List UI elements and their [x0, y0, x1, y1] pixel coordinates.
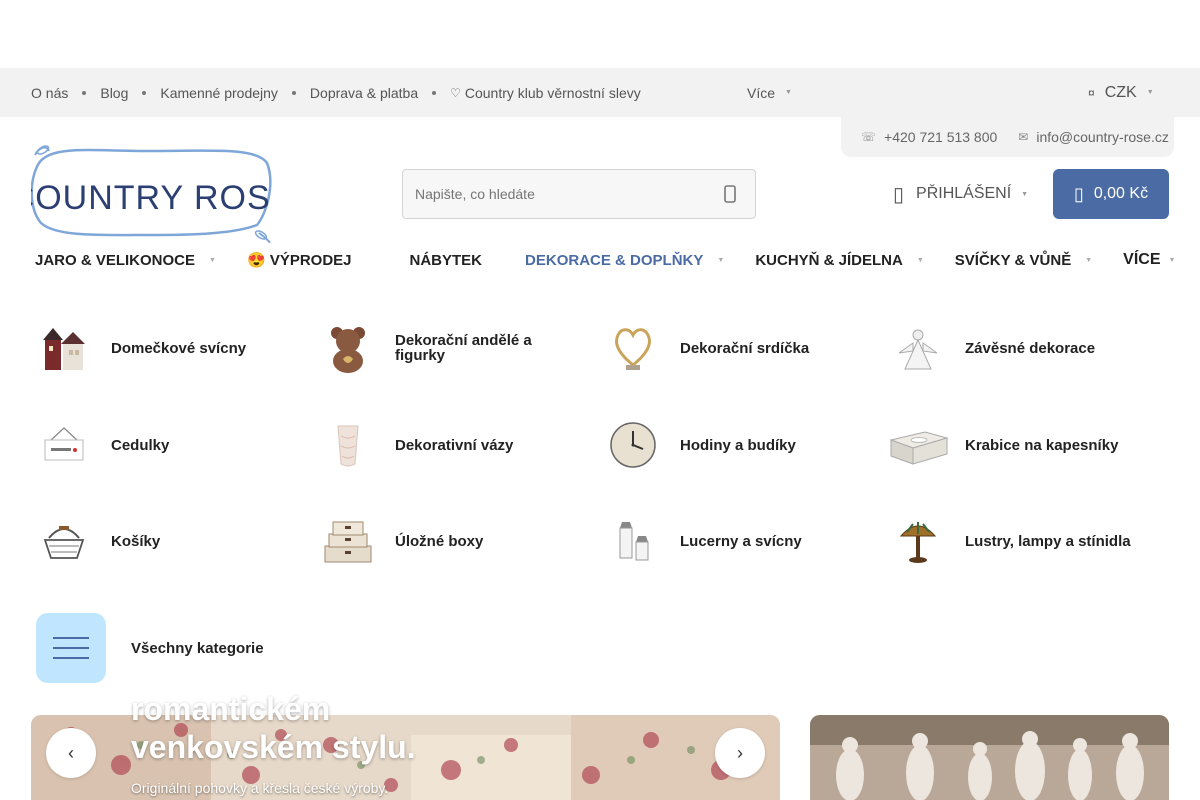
separator-dot: [291, 90, 296, 95]
category-baskets[interactable]: Košíky: [31, 508, 160, 574]
banner-prev-button[interactable]: ‹: [46, 728, 96, 778]
chevron-down-icon: ▼: [717, 256, 725, 264]
category-lamps[interactable]: Lustry, lampy a stínidla: [885, 508, 1131, 574]
top-link-club[interactable]: ♡ Country klub věrnostní slevy: [450, 85, 641, 101]
cart-button[interactable]: ▯ 0,00 Kč: [1053, 169, 1169, 219]
banner-heading: romantickém venkovském stylu.: [131, 691, 416, 765]
email-link[interactable]: info@country-rose.cz: [1036, 129, 1168, 145]
search-input[interactable]: [415, 186, 715, 202]
category-image: [600, 508, 666, 574]
category-decorative-hearts[interactable]: Dekorační srdíčka: [600, 315, 809, 381]
side-banner-image: [810, 715, 1169, 800]
svg-text:COUNTRY ROSE: COUNTRY ROSE: [31, 179, 273, 217]
top-bar: O nás Blog Kamenné prodejny Doprava & pl…: [0, 68, 1200, 117]
category-image: [31, 508, 97, 574]
top-link-blog[interactable]: Blog: [100, 85, 128, 101]
separator-dot: [432, 90, 437, 95]
top-link-stores[interactable]: Kamenné prodejny: [160, 85, 278, 101]
cart-icon: ▯: [1073, 183, 1084, 204]
logo-graphic: COUNTRY ROSE: [10, 145, 293, 244]
currency-selector[interactable]: ¤ CZK ▼: [1088, 68, 1154, 117]
chevron-down-icon: ▼: [1168, 256, 1176, 264]
nav-candles[interactable]: SVÍČKY & VŮNĚ ▼: [955, 252, 1123, 269]
category-storage-boxes[interactable]: Úložné boxy: [315, 508, 483, 574]
search-box: [402, 169, 756, 219]
category-house-candle-holders[interactable]: Domečkové svícny: [31, 315, 246, 381]
banner-next-button[interactable]: ›: [715, 728, 765, 778]
category-signs[interactable]: Cedulky: [31, 412, 169, 478]
contact-strip: ☏ +420 721 513 800 ✉ info@country-rose.c…: [841, 117, 1174, 157]
category-image: [885, 315, 951, 381]
category-clocks[interactable]: Hodiny a budíky: [600, 412, 796, 478]
category-image: [885, 508, 951, 574]
top-more-menu[interactable]: Více ▼: [747, 68, 792, 117]
money-icon: ¤: [1088, 85, 1095, 100]
site-logo[interactable]: COUNTRY ROSE: [10, 143, 293, 244]
category-image: [315, 508, 381, 574]
top-nav: O nás Blog Kamenné prodejny Doprava & pl…: [31, 68, 641, 117]
category-tissue-boxes[interactable]: Krabice na kapesníky: [885, 412, 1118, 478]
category-image: [600, 412, 666, 478]
chevron-down-icon: ▼: [1146, 89, 1154, 96]
top-link-shipping[interactable]: Doprava & platba: [310, 85, 418, 101]
chevron-left-icon: ‹: [68, 742, 74, 763]
category-hanging-decorations[interactable]: Závěsné dekorace: [885, 315, 1095, 381]
chevron-down-icon: ▼: [1085, 256, 1093, 264]
category-vases[interactable]: Dekorativní vázy: [315, 412, 513, 478]
separator-dot: [142, 90, 147, 95]
nav-furniture[interactable]: NÁBYTEK: [406, 252, 526, 269]
phone-icon: ☏: [861, 130, 877, 144]
chevron-down-icon: ▼: [1021, 190, 1029, 198]
all-categories-link[interactable]: Všechny kategorie: [36, 613, 264, 683]
chevron-right-icon: ›: [737, 742, 743, 763]
category-image: [315, 412, 381, 478]
chevron-down-icon: ▼: [785, 89, 792, 96]
top-link-about[interactable]: O nás: [31, 85, 68, 101]
phone-link[interactable]: +420 721 513 800: [884, 129, 997, 145]
heart-icon: ♡: [450, 85, 461, 100]
category-image: [31, 315, 97, 381]
nav-more[interactable]: VÍCE ▼: [1123, 251, 1175, 269]
mail-icon: ✉: [1018, 130, 1029, 144]
chevron-down-icon: ▼: [916, 256, 924, 264]
category-image: [885, 412, 951, 478]
nav-kitchen[interactable]: KUCHYŇ & JÍDELNA ▼: [755, 252, 954, 269]
chevron-down-icon: ▼: [209, 256, 216, 264]
category-angels-figurines[interactable]: Dekorační andělé a figurky: [315, 315, 555, 381]
category-image: [315, 315, 381, 381]
separator-dot: [82, 90, 87, 95]
login-button[interactable]: ▯ PŘIHLÁŠENÍ ▼: [893, 172, 1028, 216]
main-nav: JARO & VELIKONOCE ▼ 😍 VÝPRODEJ NÁBYTEK DE…: [31, 240, 1175, 280]
banner-subtitle: Originální pohovky a křesla české výroby…: [131, 780, 389, 796]
menu-icon: [36, 613, 106, 683]
category-image: [31, 412, 97, 478]
user-icon: ▯: [893, 183, 905, 206]
nav-sale[interactable]: 😍 VÝPRODEJ: [247, 251, 406, 269]
search-icon[interactable]: [723, 184, 737, 204]
nav-spring-easter[interactable]: JARO & VELIKONOCE ▼: [31, 252, 247, 269]
nav-decorations[interactable]: DEKORACE & DOPLŇKY ▼: [525, 252, 755, 269]
side-banner[interactable]: [810, 715, 1169, 800]
category-image: [600, 315, 666, 381]
category-lanterns[interactable]: Lucerny a svícny: [600, 508, 802, 574]
